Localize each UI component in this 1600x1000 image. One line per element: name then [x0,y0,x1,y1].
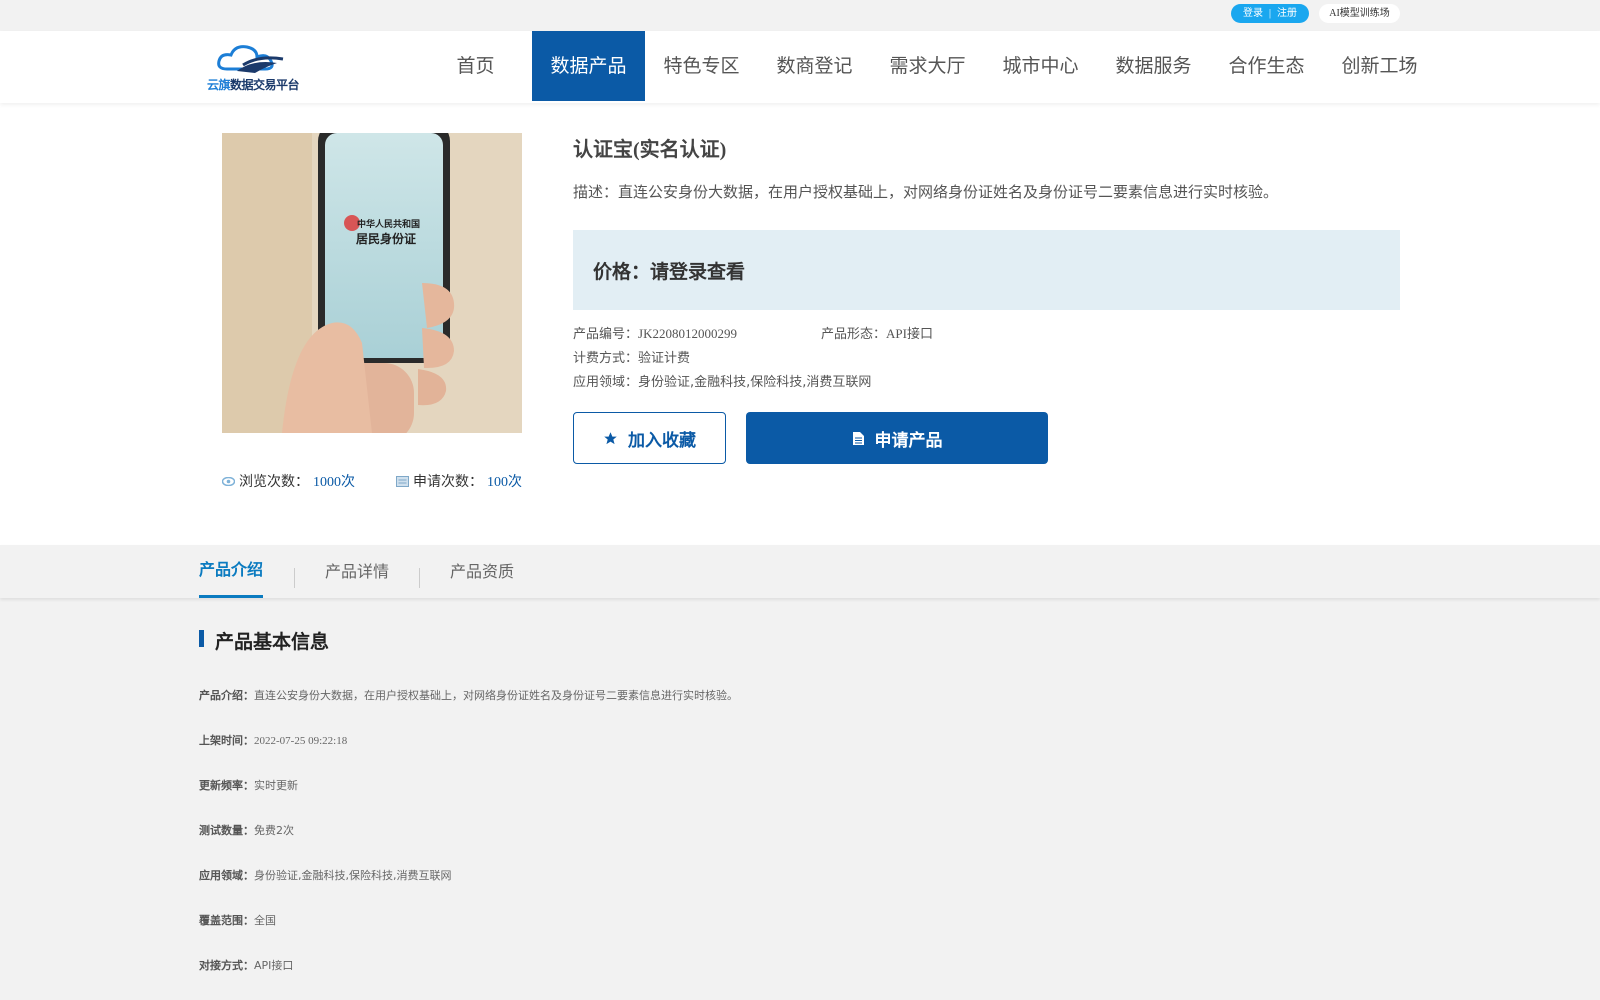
logo-text: 云旗数据交易平台 [207,76,300,93]
nav-item-home[interactable]: 首页 [419,31,532,101]
file-icon [852,431,864,445]
info-key: 上架时间： [199,734,254,747]
info-key: 覆盖范围： [199,914,254,927]
info-key: 产品介绍： [199,689,254,702]
info-row-listing-time: 上架时间：2022-07-25 09:22:18 [199,732,347,748]
application-domain-label: 应用领域： [573,375,639,390]
info-key: 应用领域： [199,869,254,882]
product-form-label: 产品形态： [821,327,887,342]
apply-product-button[interactable]: 申请产品 [746,412,1048,464]
nav-item-city-center[interactable]: 城市中心 [984,31,1097,101]
login-register-pill: 登录 | 注册 [1231,4,1309,23]
nav-menu: 首页 数据产品 特色专区 数商登记 需求大厅 城市中心 数据服务 合作生态 创新… [419,31,1436,101]
nav-item-data-products[interactable]: 数据产品 [532,31,645,101]
view-count-value: 1000次 [313,475,355,490]
tab-divider [419,568,420,588]
info-row-coverage: 覆盖范围：全国 [199,912,276,928]
cloud-logo-icon [217,45,284,73]
site-logo[interactable]: 云旗数据交易平台 [207,41,301,93]
view-count-label: 浏览次数： [239,475,309,490]
info-row-application-domain: 应用领域：身份验证,金融科技,保险科技,消费互联网 [199,867,452,883]
info-key: 测试数量： [199,824,254,837]
info-value: API接口 [254,959,294,972]
apply-count: 申请次数： 100次 [396,471,522,491]
info-key: 对接方式： [199,959,254,972]
star-icon [604,431,617,444]
add-to-favorites-button[interactable]: 加入收藏 [573,412,726,464]
id-card-header: 中华人民共和国 [357,220,421,230]
nav-item-innovation-workshop[interactable]: 创新工场 [1323,31,1436,101]
application-domain-value: 身份验证,金融科技,保险科技,消费互联网 [638,375,872,390]
info-key: 更新频率： [199,779,254,792]
product-form-value: API接口 [886,326,933,341]
billing-method: 计费方式：验证计费 [573,347,690,366]
nav-item-data-services[interactable]: 数据服务 [1097,31,1210,101]
detail-section: 产品介绍 产品详情 产品资质 产品基本信息 产品介绍：直连公安身份大数据，在用户… [0,545,1600,1000]
info-row-update-frequency: 更新频率：实时更新 [199,777,298,793]
application-domain: 应用领域：身份验证,金融科技,保险科技,消费互联网 [573,371,871,390]
login-link[interactable]: 登录 [1243,4,1263,23]
tab-product-intro[interactable]: 产品介绍 [199,545,264,598]
info-value: 2022-07-25 09:22:18 [254,735,348,747]
document-icon [396,475,409,487]
phone-in-hand-illustration [222,133,522,433]
product-image: 中华人民共和国 居民身份证 [222,133,522,433]
info-row-integration-method: 对接方式：API接口 [199,957,293,973]
tab-product-details[interactable]: 产品详情 [325,545,389,598]
product-code: 产品编号：JK2208012000299 [573,323,737,342]
nav-item-demand-hall[interactable]: 需求大厅 [871,31,984,101]
info-row-intro: 产品介绍：直连公安身份大数据，在用户授权基础上，对网络身份证姓名及身份证号二要素… [199,687,738,703]
info-value: 身份验证,金融科技,保险科技,消费互联网 [254,869,452,882]
billing-method-label: 计费方式： [573,351,639,366]
nav-item-partner-ecosystem[interactable]: 合作生态 [1210,31,1323,101]
product-description: 描述：直连公安身份大数据，在用户授权基础上，对网络身份证姓名及身份证号二要素信息… [573,183,1279,201]
info-value: 免费2次 [254,824,294,837]
eye-icon [222,476,235,486]
price-box: 价格：请登录查看 [573,230,1400,310]
apply-count-value: 100次 [487,475,522,490]
apply-product-label: 申请产品 [874,430,943,451]
login-divider: | [1268,8,1271,19]
tab-divider [294,568,295,588]
price-text: 价格：请登录查看 [593,261,746,283]
info-value: 全国 [254,914,276,927]
product-form: 产品形态：API接口 [821,323,933,342]
section-title: 产品基本信息 [199,627,329,654]
detail-tabs: 产品介绍 产品详情 产品资质 [0,545,1600,598]
top-strip: 登录 | 注册 AI模型训练场 [0,0,1600,31]
product-code-label: 产品编号： [573,327,639,342]
logo-text-blue: 云旗 [207,78,231,92]
billing-method-value: 验证计费 [638,351,691,366]
ai-training-link[interactable]: AI模型训练场 [1319,4,1400,23]
logo-text-rest: 数据交易平台 [230,78,300,92]
register-link[interactable]: 注册 [1277,4,1297,23]
view-count: 浏览次数： 1000次 [222,471,355,491]
tab-product-qualifications[interactable]: 产品资质 [450,545,514,598]
nav-item-merchant-registration[interactable]: 数商登记 [758,31,871,101]
apply-count-label: 申请次数： [413,475,483,490]
nav-item-featured-zone[interactable]: 特色专区 [645,31,758,101]
info-value: 实时更新 [254,779,298,792]
add-to-favorites-label: 加入收藏 [628,430,696,451]
info-row-test-quota: 测试数量：免费2次 [199,822,294,838]
main-navbar: 云旗数据交易平台 首页 数据产品 特色专区 数商登记 需求大厅 城市中心 数据服… [0,31,1600,103]
info-value: 直连公安身份大数据，在用户授权基础上，对网络身份证姓名及身份证号二要素信息进行实… [254,689,738,702]
product-code-value: JK2208012000299 [638,326,737,341]
id-card-title: 居民身份证 [356,232,417,246]
product-title: 认证宝(实名认证) [573,139,727,161]
